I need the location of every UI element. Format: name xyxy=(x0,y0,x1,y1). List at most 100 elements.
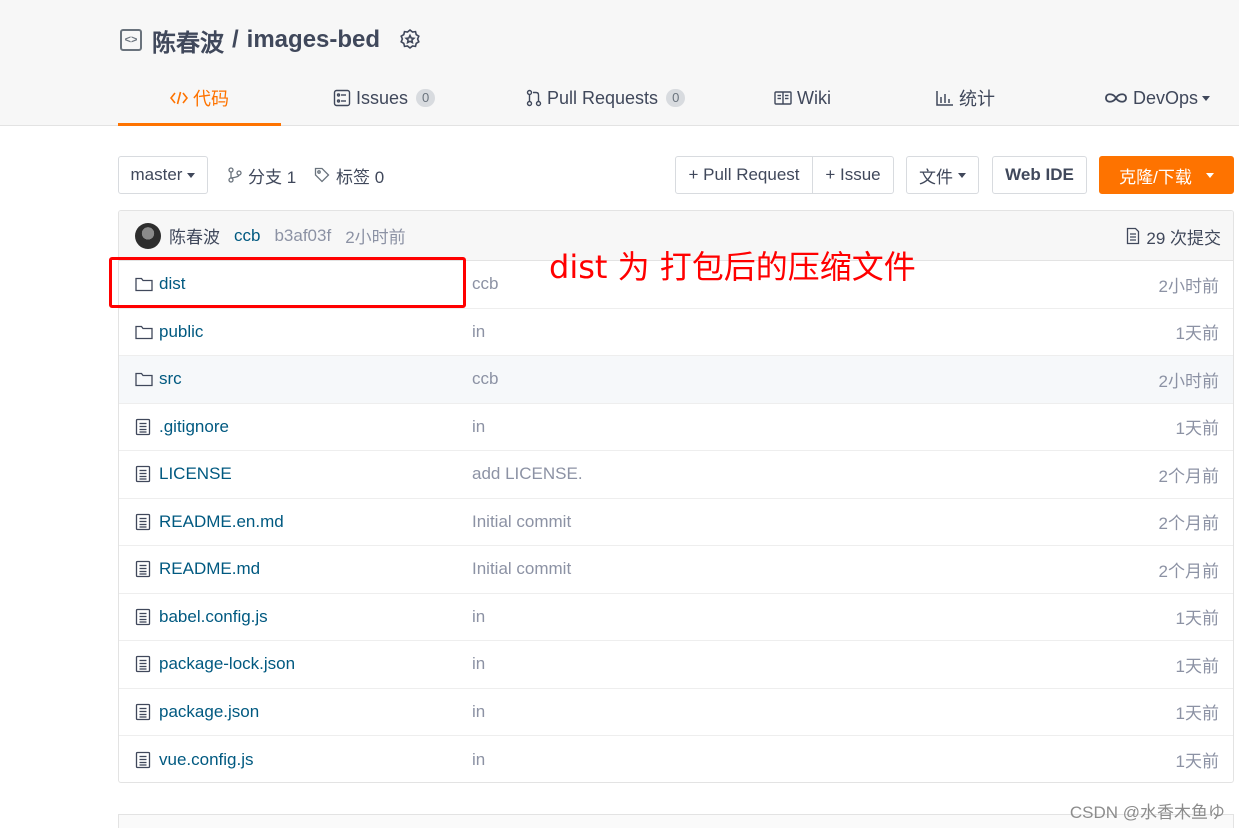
tags-label: 标签 0 xyxy=(336,167,385,187)
new-pull-request-label: + Pull Request xyxy=(688,165,800,184)
tags-link[interactable]: 标签 0 xyxy=(314,156,384,194)
folder-icon xyxy=(135,324,153,340)
new-pull-request-button[interactable]: + Pull Request xyxy=(675,156,813,194)
file-commit-message-link[interactable]: in xyxy=(472,750,485,770)
branch-select[interactable]: master xyxy=(118,156,208,194)
pull-requests-count-badge: 0 xyxy=(666,89,686,107)
chevron-down-icon xyxy=(958,172,966,178)
tab-pull-requests[interactable]: Pull Requests 0 xyxy=(526,70,686,126)
tab-code[interactable]: 代码 xyxy=(118,70,281,126)
new-issue-button[interactable]: + Issue xyxy=(812,156,894,194)
file-commit-time: 2小时前 xyxy=(1158,276,1219,296)
file-commit-time: 2个月前 xyxy=(1158,561,1219,581)
file-list: dist ccb 2小时前 public in 1天前 src ccb 2小时前 .gitigno… xyxy=(119,261,1233,782)
file-commit-message-link[interactable]: add LICENSE. xyxy=(472,464,583,484)
commit-time: 2小时前 xyxy=(345,228,406,247)
file-menu-button[interactable]: 文件 xyxy=(906,156,979,194)
file-commit-time: 1天前 xyxy=(1175,656,1219,676)
readme-panel-edge xyxy=(118,814,1234,828)
new-issue-label: + Issue xyxy=(825,165,881,184)
tab-stats[interactable]: 统计 xyxy=(936,70,995,126)
commits-count-label: 29 次提交 xyxy=(1146,228,1221,248)
repo-owner-link[interactable]: 陈春波 xyxy=(152,23,224,58)
chevron-down-icon xyxy=(1205,172,1214,178)
file-row[interactable]: README.en.md Initial commit 2个月前 xyxy=(119,499,1233,546)
branch-icon xyxy=(228,167,242,183)
file-name-link[interactable]: public xyxy=(159,322,203,342)
repo-code-icon: <> xyxy=(120,29,142,51)
file-commit-message-link[interactable]: in xyxy=(472,417,485,437)
commit-sha-link[interactable]: b3af03f xyxy=(274,226,331,246)
file-commit-message-link[interactable]: in xyxy=(472,654,485,674)
file-commit-time: 1天前 xyxy=(1175,752,1219,772)
file-name-link[interactable]: vue.config.js xyxy=(159,750,254,770)
file-commit-message-link[interactable]: in xyxy=(472,322,485,342)
file-name-link[interactable]: package.json xyxy=(159,702,259,722)
file-commit-message-link[interactable]: in xyxy=(472,702,485,722)
commit-message-link[interactable]: ccb xyxy=(234,226,260,246)
badge-icon[interactable] xyxy=(398,28,422,52)
chevron-down-icon xyxy=(1202,95,1211,101)
file-commit-message-link[interactable]: ccb xyxy=(472,274,498,294)
file-name-link[interactable]: .gitignore xyxy=(159,417,229,437)
file-name-link[interactable]: README.md xyxy=(159,559,260,579)
repo-title: <> 陈春波 / images-bed xyxy=(120,22,422,58)
watermark: CSDN @水香木鱼ゆ xyxy=(1069,803,1225,822)
file-commit-message-link[interactable]: ccb xyxy=(472,369,498,389)
folder-icon xyxy=(135,371,153,387)
repo-header: <> 陈春波 / images-bed 代码 Issues 0 Pull Req… xyxy=(0,0,1239,126)
tab-devops[interactable]: DevOps xyxy=(1104,70,1211,126)
file-row[interactable]: vue.config.js in 1天前 xyxy=(119,736,1233,782)
file-icon xyxy=(135,703,151,721)
tab-issues[interactable]: Issues 0 xyxy=(333,70,436,126)
file-row[interactable]: LICENSE add LICENSE. 2个月前 xyxy=(119,451,1233,499)
file-icon xyxy=(135,513,151,531)
file-name-link[interactable]: src xyxy=(159,369,182,389)
file-commit-message-link[interactable]: in xyxy=(472,607,485,627)
file-row[interactable]: src ccb 2小时前 xyxy=(119,356,1233,404)
tab-stats-label: 统计 xyxy=(959,89,995,109)
file-commit-time: 1天前 xyxy=(1175,419,1219,439)
file-row[interactable]: package-lock.json in 1天前 xyxy=(119,641,1233,689)
file-row[interactable]: .gitignore in 1天前 xyxy=(119,404,1233,451)
file-icon xyxy=(135,465,151,483)
annotation-highlight-box xyxy=(109,257,466,308)
branches-label: 分支 1 xyxy=(248,167,297,187)
web-ide-label: Web IDE xyxy=(1005,165,1074,184)
file-commit-message-link[interactable]: Initial commit xyxy=(472,512,571,532)
code-icon xyxy=(170,90,188,106)
tab-issues-label: Issues xyxy=(356,87,409,108)
tab-code-label: 代码 xyxy=(193,89,229,109)
file-row[interactable]: package.json in 1天前 xyxy=(119,689,1233,736)
issues-count-badge: 0 xyxy=(416,89,436,107)
chevron-down-icon xyxy=(187,172,196,178)
devops-icon xyxy=(1104,91,1128,105)
branches-link[interactable]: 分支 1 xyxy=(228,156,296,194)
file-icon xyxy=(135,418,151,436)
tab-devops-label: DevOps xyxy=(1133,87,1199,108)
web-ide-button[interactable]: Web IDE xyxy=(992,156,1087,194)
file-row[interactable]: README.md Initial commit 2个月前 xyxy=(119,546,1233,594)
clone-download-button[interactable]: 克隆/下载 xyxy=(1099,156,1234,194)
file-row[interactable]: public in 1天前 xyxy=(119,309,1233,356)
annotation-text: dist 为 打包后的压缩文件 xyxy=(549,248,916,286)
file-icon xyxy=(135,655,151,673)
file-name-link[interactable]: babel.config.js xyxy=(159,607,268,627)
commits-count-link[interactable]: 29 次提交 xyxy=(1126,211,1221,261)
tab-pull-requests-label: Pull Requests xyxy=(547,87,659,108)
commit-author-link[interactable]: 陈春波 xyxy=(169,223,220,248)
file-icon xyxy=(135,608,151,626)
repo-name-link[interactable]: images-bed xyxy=(247,26,380,54)
file-name-link[interactable]: package-lock.json xyxy=(159,654,295,674)
repo-separator: / xyxy=(232,26,239,53)
file-name-link[interactable]: README.en.md xyxy=(159,512,284,532)
avatar[interactable] xyxy=(135,222,161,249)
history-icon xyxy=(1126,227,1140,245)
file-commit-message-link[interactable]: Initial commit xyxy=(472,559,571,579)
file-row[interactable]: babel.config.js in 1天前 xyxy=(119,594,1233,641)
clone-download-label: 克隆/下载 xyxy=(1119,167,1192,187)
tab-wiki[interactable]: Wiki xyxy=(774,70,831,126)
file-commit-time: 2小时前 xyxy=(1158,371,1219,391)
file-icon xyxy=(135,751,151,769)
file-name-link[interactable]: LICENSE xyxy=(159,464,232,484)
